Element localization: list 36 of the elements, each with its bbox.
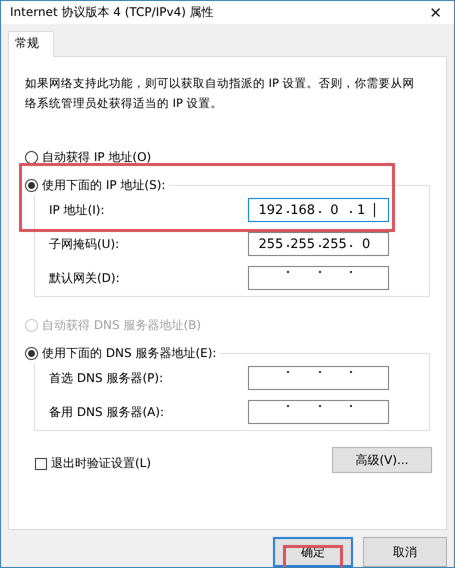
octet-text: 0 bbox=[362, 236, 370, 252]
octet-text: 255 bbox=[258, 236, 284, 252]
octet-text: 168 bbox=[290, 202, 316, 218]
field-label: 备用 DNS 服务器(A): bbox=[49, 404, 164, 420]
ip-address-field[interactable] bbox=[248, 266, 389, 290]
radio-option[interactable]: 自动获得 IP 地址(O) bbox=[25, 147, 432, 167]
checkbox[interactable] bbox=[35, 458, 47, 470]
radio-option[interactable]: 使用下面的 IP 地址(S): bbox=[25, 175, 166, 195]
advanced-button[interactable]: 高级(V)... bbox=[332, 447, 432, 473]
radio-button[interactable] bbox=[25, 346, 38, 360]
octet-text: 0 bbox=[330, 202, 339, 218]
highlight-frame bbox=[283, 545, 343, 567]
ip-address-field[interactable] bbox=[248, 366, 389, 390]
radio-label: 使用下面的 DNS 服务器地址(E): bbox=[42, 344, 216, 362]
ip-address-field[interactable]: 192 168 0 1 bbox=[248, 198, 389, 222]
radio-button[interactable] bbox=[25, 178, 38, 192]
ip-address-field[interactable] bbox=[248, 400, 389, 424]
octet-text: 192 bbox=[258, 202, 284, 218]
radio-label: 使用下面的 IP 地址(S): bbox=[42, 176, 166, 194]
window-title: Internet 协议版本 4 (TCP/IPv4) 属性 bbox=[10, 4, 214, 21]
radio-button[interactable] bbox=[25, 150, 38, 164]
radio-label: 自动获得 DNS 服务器地址(B) bbox=[42, 316, 202, 334]
octet-text: 1 bbox=[356, 202, 366, 218]
field-label: 首选 DNS 服务器(P): bbox=[49, 370, 164, 386]
radio-label: 自动获得 IP 地址(O) bbox=[42, 148, 152, 166]
field-label: IP 地址(I): bbox=[49, 202, 105, 218]
octet-text: 255 bbox=[322, 236, 347, 252]
radio-option[interactable]: 使用下面的 DNS 服务器地址(E): bbox=[25, 343, 216, 363]
field-label: 子网掩码(U): bbox=[49, 236, 120, 252]
tab[interactable]: 常规 bbox=[8, 31, 54, 57]
close-button[interactable]: ✕ bbox=[425, 4, 446, 22]
octet-text: 255 bbox=[290, 236, 316, 252]
description-text: 如果网络支持此功能，则可以获取自动指派的 IP 设置。否则，你需要从网络系统管理员处获得适当的 IP 设置。 bbox=[25, 75, 416, 112]
field-label: 默认网关(D): bbox=[49, 270, 120, 286]
ip-address-field[interactable]: 255 255 255 0 bbox=[248, 232, 389, 256]
cancel-button[interactable]: 取消 bbox=[363, 537, 447, 567]
